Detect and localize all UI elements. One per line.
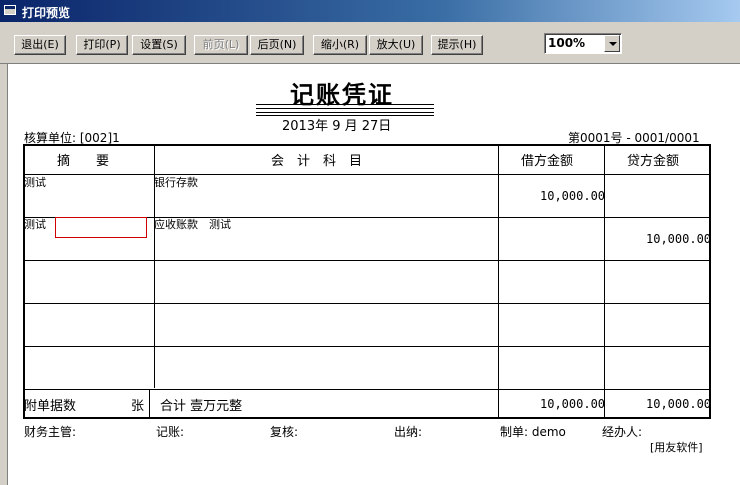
zoom-out-button[interactable]: 缩小(R) <box>313 35 367 55</box>
row2-credit: 10,000.00 <box>646 232 712 246</box>
total-label: 合计 壹万元整 <box>160 399 243 414</box>
row-divider <box>25 346 709 347</box>
voucher-table: 摘 要 会 计 科 目 借方金额 贷方金额 <box>23 144 711 419</box>
attachment-label: 附单据数 <box>24 399 77 414</box>
row2-account: 应收账款 测试 <box>154 218 231 231</box>
attachment-unit: 张 <box>131 399 145 414</box>
next-page-button[interactable]: 后页(N) <box>250 35 304 55</box>
sig-reviewer: 复核: <box>270 425 299 439</box>
exit-button[interactable]: 退出(E) <box>14 35 66 55</box>
sig-handler: 经办人: <box>602 425 643 439</box>
chevron-down-icon[interactable] <box>604 35 620 52</box>
row1-debit: 10,000.00 <box>540 189 606 203</box>
header-debit: 借方金额 <box>521 154 574 169</box>
row-divider <box>25 303 709 304</box>
voucher-date: 2013年 9 月 27日 <box>282 119 392 134</box>
credit-total: 10,000.00 <box>646 397 712 411</box>
hint-button[interactable]: 提示(H) <box>431 35 483 55</box>
header-summary: 摘 要 <box>57 154 110 169</box>
col-divider <box>604 146 605 417</box>
header-credit: 贷方金额 <box>627 154 680 169</box>
zoom-in-button[interactable]: 放大(U) <box>369 35 423 55</box>
brand-label: [用友软件] <box>650 441 703 454</box>
sig-maker: 制单: demo <box>500 425 566 439</box>
left-border <box>0 64 8 485</box>
row-divider <box>25 174 709 175</box>
window-icon[interactable] <box>4 5 16 15</box>
sig-cashier: 出纳: <box>394 425 423 439</box>
title-bar: 打印预览 <box>0 0 740 22</box>
col-divider <box>149 390 150 417</box>
row1-account: 银行存款 <box>154 176 198 189</box>
row1-summary: 测试 <box>24 176 46 189</box>
row2-summary: 测试 <box>24 218 46 231</box>
zoom-select[interactable]: 100% <box>544 33 622 54</box>
window-title: 打印预览 <box>22 6 71 20</box>
print-button[interactable]: 打印(P) <box>76 35 128 55</box>
selection-box[interactable] <box>55 217 147 238</box>
row-divider <box>25 260 709 261</box>
sig-bookkeeper: 记账: <box>156 425 185 439</box>
zoom-value: 100% <box>548 36 586 50</box>
header-account: 会 计 科 目 <box>271 154 363 169</box>
col-divider <box>498 146 499 417</box>
prev-page-button[interactable]: 前页(L) <box>194 35 248 55</box>
debit-total: 10,000.00 <box>540 397 606 411</box>
settings-button[interactable]: 设置(S) <box>132 35 186 55</box>
sig-supervisor: 财务主管: <box>24 425 77 439</box>
row-divider <box>25 389 709 390</box>
toolbar: 退出(E) 打印(P) 设置(S) 前页(L) 后页(N) 缩小(R) 放大(U… <box>0 22 740 64</box>
